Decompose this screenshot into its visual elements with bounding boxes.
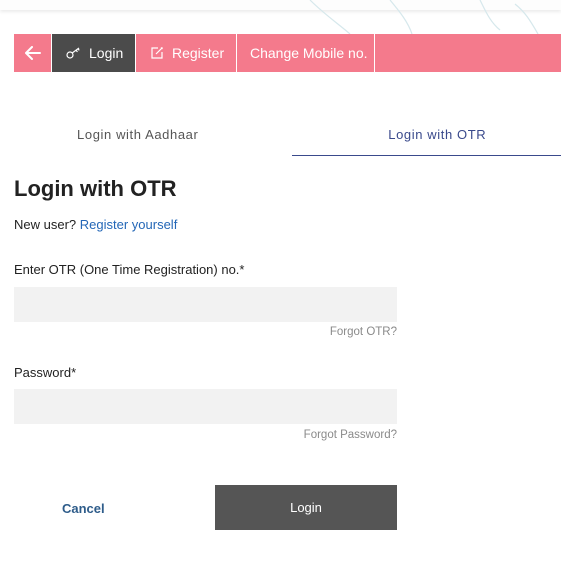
register-yourself-link[interactable]: Register yourself xyxy=(80,217,178,232)
cancel-button[interactable]: Cancel xyxy=(62,501,105,516)
page-title: Login with OTR xyxy=(14,176,177,201)
back-button[interactable] xyxy=(14,34,52,72)
nav-register[interactable]: Register xyxy=(136,34,237,72)
tab-login-aadhaar[interactable]: Login with Aadhaar xyxy=(14,112,292,156)
otr-input[interactable] xyxy=(14,287,397,322)
new-user-line: New user? Register yourself xyxy=(14,217,177,232)
nav-change-mobile-label: Change Mobile no. xyxy=(250,45,368,61)
password-label: Password* xyxy=(14,365,77,380)
edit-icon xyxy=(151,47,163,59)
nav-login-label: Login xyxy=(89,45,124,61)
login-tabs: Login with Aadhaar Login with OTR xyxy=(14,112,561,156)
new-user-text: New user? xyxy=(14,217,77,232)
nav-change-mobile[interactable]: Change Mobile no. xyxy=(237,34,375,72)
top-nav-bar: Login Register Change Mobile no. xyxy=(14,34,561,72)
nav-register-label: Register xyxy=(172,45,225,61)
forgot-otr-link[interactable]: Forgot OTR? xyxy=(330,326,397,338)
key-icon xyxy=(66,47,80,59)
tab-login-otr[interactable]: Login with OTR xyxy=(291,112,561,156)
otr-label: Enter OTR (One Time Registration) no.* xyxy=(14,262,245,277)
login-button[interactable]: Login xyxy=(215,485,397,530)
decorative-line-art xyxy=(309,0,539,34)
nav-login[interactable]: Login xyxy=(52,34,136,72)
arrow-left-icon xyxy=(24,46,41,60)
forgot-password-link[interactable]: Forgot Password? xyxy=(304,429,397,441)
password-input[interactable] xyxy=(14,389,397,424)
